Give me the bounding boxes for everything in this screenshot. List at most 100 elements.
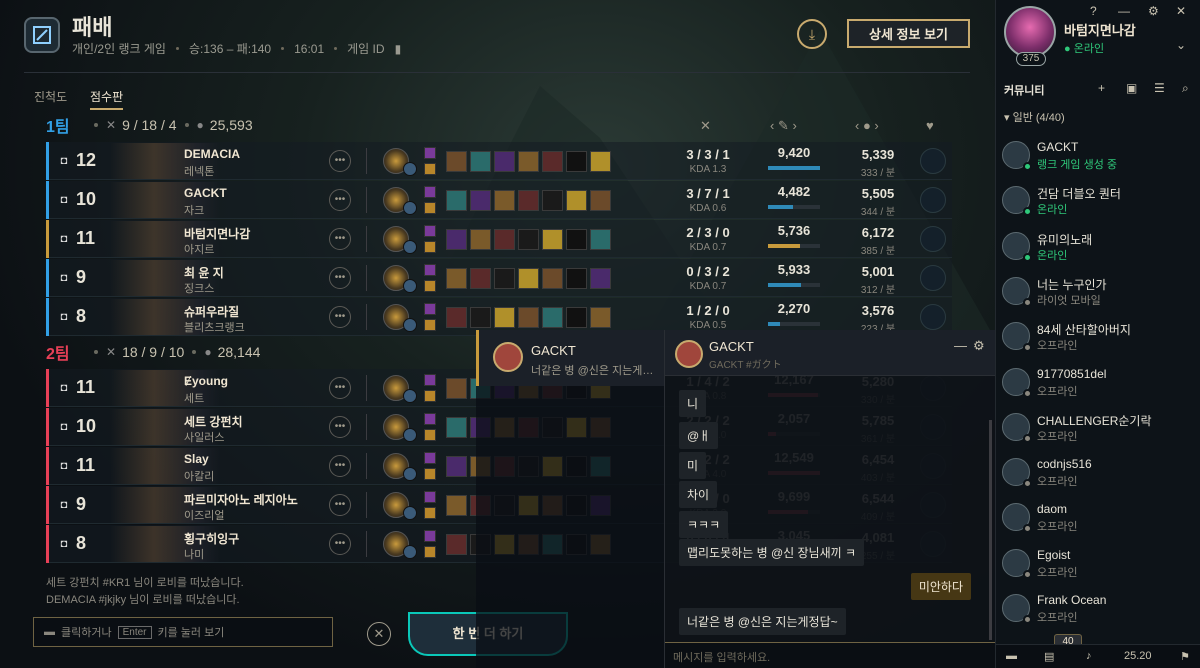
copy-icon[interactable]: ▮ xyxy=(395,42,402,56)
damage-column-header[interactable]: ‹ ✎ › xyxy=(770,118,797,134)
friend-item[interactable]: Frank Ocean 오프라인 xyxy=(1002,590,1192,634)
more-options-button[interactable]: ••• xyxy=(329,533,351,555)
friend-name: codnjs516 xyxy=(1037,457,1092,472)
friend-group[interactable]: ▾ 일반 (4/40) xyxy=(1004,109,1065,125)
player-name[interactable]: Ɇyoung xyxy=(184,374,228,388)
profile-avatar[interactable] xyxy=(1004,6,1056,58)
player-name[interactable]: 바텀지면나감 xyxy=(184,225,250,242)
friend-item[interactable]: daom 오프라인 xyxy=(1002,499,1192,543)
detail-button[interactable]: 상세 정보 보기 xyxy=(847,19,970,48)
more-options-button[interactable]: ••• xyxy=(329,494,351,516)
close-button[interactable]: ✕ xyxy=(367,622,391,646)
more-options-button[interactable]: ••• xyxy=(329,267,351,289)
more-options-button[interactable]: ••• xyxy=(329,228,351,250)
friend-item[interactable]: Egoist 오프라인 xyxy=(1002,545,1192,589)
champion-level: 11 xyxy=(76,377,96,397)
status-indicator xyxy=(1023,252,1032,262)
player-name[interactable]: GACKT xyxy=(184,186,227,200)
tab-scoreboard[interactable]: 점수판 xyxy=(90,88,124,110)
add-friend-icon[interactable]: + xyxy=(1098,81,1105,95)
profile-status[interactable]: ● 온라인 xyxy=(1064,40,1104,56)
friend-status: 라이엇 모바일 xyxy=(1037,294,1101,307)
mic-icon[interactable]: ♪ xyxy=(1086,650,1092,662)
more-options-button[interactable]: ••• xyxy=(329,150,351,172)
more-options-button[interactable]: ••• xyxy=(329,377,351,399)
summoner-spell-icon xyxy=(424,319,436,331)
page-title: 패배 xyxy=(72,15,113,40)
more-options-button[interactable]: ••• xyxy=(329,455,351,477)
divider xyxy=(366,492,367,518)
patch-icon[interactable]: ⚑ xyxy=(1180,650,1190,663)
friend-item[interactable]: GACKT 랭크 게임 생성 중 xyxy=(1002,137,1192,181)
champion-level: 8 xyxy=(76,306,87,326)
player-name[interactable]: Slay xyxy=(184,452,209,466)
friend-item[interactable]: codnjs516 오프라인 xyxy=(1002,454,1192,498)
role-icon: ◘ xyxy=(60,460,68,472)
item-icon xyxy=(542,268,563,289)
lobby-chat-input[interactable]: ▬ 클릭하거나 Enter 키를 눌러 보기 xyxy=(33,617,333,647)
gold-column-header[interactable]: ‹ ● › xyxy=(855,118,879,133)
item-icon xyxy=(470,190,491,211)
gear-icon[interactable]: ⚙ xyxy=(1148,4,1159,18)
friend-item[interactable]: 건담 더블오 퀀터 온라인 xyxy=(1002,182,1192,226)
chat-scrollbar[interactable] xyxy=(989,420,992,640)
role-icon: ◘ xyxy=(60,421,68,433)
team-color-bar xyxy=(46,181,49,219)
more-options-button[interactable]: ••• xyxy=(329,306,351,328)
chat-message: 미 xyxy=(679,452,707,479)
player-name[interactable]: 슈퍼우라질 xyxy=(184,303,239,320)
minimize-icon[interactable]: — xyxy=(1118,4,1130,18)
more-options-button[interactable]: ••• xyxy=(329,189,351,211)
friend-name: 유미의노래 xyxy=(1037,232,1093,247)
player-name[interactable]: DEMACIA xyxy=(184,147,240,161)
more-options-button[interactable]: ••• xyxy=(329,416,351,438)
player-name[interactable]: 파르미자아노 레지아노 xyxy=(184,491,298,508)
minimize-icon[interactable]: — xyxy=(954,338,967,353)
friend-item[interactable]: 너는 누구인가 라이엇 모바일 xyxy=(1002,273,1192,317)
secondary-rune-icon xyxy=(403,545,417,559)
list-icon[interactable]: ☰ xyxy=(1154,81,1165,95)
team-gold: 28,144 xyxy=(217,344,261,360)
chat-message-input[interactable]: 메시지를 입력하세요. xyxy=(665,642,996,668)
chevron-down-icon[interactable]: ⌄ xyxy=(1176,38,1186,52)
download-button[interactable]: ⤓ xyxy=(797,19,827,49)
mail-icon[interactable]: ▤ xyxy=(1044,650,1054,663)
profile-status-text: 온라인 xyxy=(1073,43,1105,55)
summoner-spell-icon xyxy=(424,264,436,276)
tab-progress[interactable]: 진척도 xyxy=(34,88,67,105)
friend-item[interactable]: CHALLENGER순기락 오프라인 xyxy=(1002,409,1192,453)
kda-score: 1 / 2 / 0 xyxy=(686,303,730,318)
player-name[interactable]: 최 윤 지 xyxy=(184,264,224,281)
player-row[interactable]: ◘ 10 GACKT 자크 ••• 3 / 7 / 1 KDA 0.6 4,482 5,505 3… xyxy=(46,181,952,219)
gold-per-minute: 344 / 분 xyxy=(860,207,896,218)
player-row[interactable]: ◘ 9 최 윤 지 징크스 ••• 0 / 3 / 2 KDA 0.7 5,933 5,001 3… xyxy=(46,259,952,297)
player-name[interactable]: 세트 강펀치 xyxy=(184,413,243,430)
divider xyxy=(366,375,367,401)
player-row[interactable]: ◘ 11 바텀지면나감 아지르 ••• 2 / 3 / 0 KDA 0.7 5,736 6,17… xyxy=(46,220,952,258)
chat-tab[interactable]: GACKT 너같은 병 @신은 지는게정답~ xyxy=(476,330,664,386)
kda-ratio: KDA 1.3 xyxy=(689,164,727,175)
item-icon xyxy=(446,417,467,438)
gear-icon[interactable]: ⚙ xyxy=(973,338,985,354)
divider xyxy=(366,304,367,330)
friend-item[interactable]: 84세 산타할아버지 오프라인 xyxy=(1002,318,1192,362)
friend-item[interactable]: 유미의노래 온라인 xyxy=(1002,228,1192,272)
champion-level: 11 xyxy=(76,228,96,248)
chat-message: 너같은 병 @신은 지는게정답~ xyxy=(679,608,846,635)
close-icon[interactable]: ✕ xyxy=(1176,4,1186,18)
search-icon[interactable]: ⌕ xyxy=(1182,81,1189,96)
player-name[interactable]: 횡구히잉구 xyxy=(184,530,239,547)
champion-name: 아지르 xyxy=(184,244,215,256)
add-folder-icon[interactable]: ▣ xyxy=(1126,81,1137,95)
profile-name[interactable]: 바텀지면나감 xyxy=(1064,20,1136,39)
help-icon[interactable]: ? xyxy=(1090,4,1097,18)
game-time: 16:01 xyxy=(294,41,325,56)
chat-window: GACKT GACKT #ガクト — ⚙ 니 @ㅐ 미 차이 ㅋㅋㅋ 맵리도못하는 병 @… xyxy=(664,330,996,668)
chat-icon[interactable]: ▬ xyxy=(1006,650,1017,662)
item-icon xyxy=(542,190,563,211)
status-indicator xyxy=(1023,207,1032,217)
win-loss-record: 승:136 – 패:140 xyxy=(188,42,272,56)
item-icon xyxy=(518,190,539,211)
friend-item[interactable]: 91770851del 오프라인 xyxy=(1002,364,1192,408)
player-row[interactable]: ◘ 12 DEMACIA 레넥톤 ••• 3 / 3 / 1 KDA 1.3 9,420 5,3… xyxy=(46,142,952,180)
